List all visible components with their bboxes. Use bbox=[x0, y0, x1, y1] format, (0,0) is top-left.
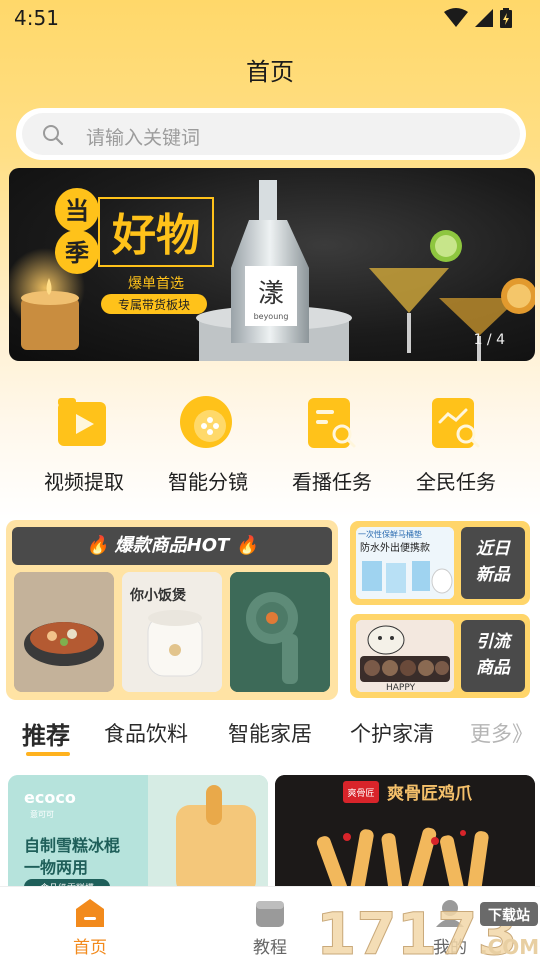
chart-task-icon bbox=[432, 398, 480, 448]
banner-page-indicator: 1 / 4 bbox=[473, 332, 505, 348]
product-card-chicken-feet[interactable]: 爽骨匠 爽骨匠鸡爪 bbox=[275, 775, 535, 895]
card-line1: 自制雪糕冰棍 bbox=[24, 836, 120, 855]
new-arrivals-label: 近日 新品 bbox=[461, 527, 525, 599]
tab-personal-care[interactable]: 个护家清 bbox=[350, 718, 434, 748]
watch-task-icon bbox=[308, 398, 356, 448]
signal-icon bbox=[475, 9, 493, 27]
new-arrivals-card[interactable]: 一次性保鲜马桶垫 防水外出便携款 近日 新品 bbox=[350, 521, 530, 605]
active-tab-indicator bbox=[26, 752, 70, 756]
banner-artwork: 漾 beyoung 当 季 好物 爆单首选 专属带货板块 bbox=[9, 180, 535, 361]
category-tabs: 推荐 食品饮料 智能家居 个护家清 更多》 bbox=[0, 712, 540, 760]
nav-label: 教程 bbox=[253, 938, 287, 958]
card-line2: 一物两用 bbox=[24, 858, 88, 877]
tab-recommend[interactable]: 推荐 bbox=[22, 716, 70, 751]
hot-products-title: 爆款商品HOT bbox=[114, 535, 230, 556]
status-icons bbox=[444, 8, 512, 28]
site-watermark: 17173 下载站 .COM bbox=[314, 896, 540, 960]
watermark-suffix: .COM bbox=[480, 935, 539, 959]
status-time: 4:51 bbox=[14, 6, 59, 30]
traffic-products-label-line2: 商品 bbox=[476, 658, 510, 678]
banner-headline: 好物 bbox=[111, 210, 200, 261]
hot-products-header: 🔥 爆款商品HOT 🔥 bbox=[12, 527, 332, 565]
quick-action-label: 智能分镜 bbox=[168, 470, 248, 494]
nav-tutorial[interactable]: 教程 bbox=[210, 887, 330, 960]
hot-product-image-rice-cooker[interactable]: 你小饭煲 bbox=[122, 572, 222, 692]
hot-products-panel[interactable]: 🔥 爆款商品HOT 🔥 你小饭煲 bbox=[6, 520, 338, 700]
hot-product-text: 你小饭煲 bbox=[129, 587, 187, 604]
card-brand-badge: 爽骨匠 bbox=[347, 788, 374, 799]
card-brand: ecoco bbox=[24, 788, 76, 807]
banner-sub2: 专属带货板块 bbox=[118, 297, 190, 312]
new-arrivals-img-text1: 一次性保鲜马桶垫 bbox=[358, 529, 422, 539]
watermark-badge: 下载站 bbox=[488, 907, 530, 924]
storyboard-icon bbox=[180, 396, 232, 448]
promo-banner[interactable]: 漾 beyoung 当 季 好物 爆单首选 专属带货板块 1 / 4 bbox=[9, 168, 535, 361]
tab-food-drink[interactable]: 食品饮料 bbox=[104, 718, 188, 748]
card-brand-sub: 意可可 bbox=[30, 809, 54, 819]
home-icon bbox=[76, 899, 104, 927]
new-arrivals-label-line2: 新品 bbox=[476, 565, 510, 585]
traffic-products-image: HAPPY bbox=[356, 620, 454, 692]
battery-icon bbox=[500, 8, 512, 28]
flame-icon: 🔥 bbox=[85, 535, 109, 556]
traffic-products-img-text: HAPPY bbox=[386, 683, 416, 692]
nav-home[interactable]: 首页 bbox=[30, 887, 150, 960]
status-bar: 4:51 bbox=[0, 0, 540, 36]
tab-smart-home[interactable]: 智能家居 bbox=[228, 718, 312, 748]
page-title: 首页 bbox=[246, 58, 294, 86]
new-arrivals-image: 一次性保鲜马桶垫 防水外出便携款 bbox=[356, 527, 454, 599]
banner-tag-top: 当 bbox=[65, 197, 89, 225]
search-input[interactable]: 请输入关键词 bbox=[22, 113, 520, 155]
hot-product-image-hotpot[interactable] bbox=[14, 572, 114, 692]
bottle-brand: 漾 bbox=[258, 279, 284, 309]
tutorial-icon bbox=[256, 901, 284, 927]
search-icon bbox=[43, 125, 64, 146]
banner-sub1: 爆单首选 bbox=[128, 276, 184, 292]
new-arrivals-img-text2: 防水外出便携款 bbox=[360, 541, 430, 554]
wifi-icon bbox=[444, 8, 468, 27]
tab-more[interactable]: 更多》 bbox=[470, 718, 533, 748]
new-arrivals-label-line1: 近日 bbox=[476, 539, 510, 559]
nav-label: 首页 bbox=[73, 938, 107, 958]
quick-action-label: 看播任务 bbox=[292, 470, 372, 494]
traffic-products-card[interactable]: HAPPY 引流 商品 bbox=[350, 614, 530, 698]
video-icon bbox=[58, 398, 106, 446]
quick-action-label: 全民任务 bbox=[416, 470, 496, 494]
product-card-ice-mold[interactable]: ecoco 意可可 自制雪糕冰棍 一物两用 食品级雪糕模 bbox=[8, 775, 268, 895]
hot-product-image-hair-dryer[interactable] bbox=[230, 572, 330, 692]
traffic-products-label-line1: 引流 bbox=[476, 632, 510, 652]
banner-tag-bottom: 季 bbox=[65, 239, 89, 267]
card-title: 爽骨匠鸡爪 bbox=[387, 783, 473, 804]
search-placeholder: 请输入关键词 bbox=[86, 127, 201, 149]
search-bar[interactable]: 请输入关键词 bbox=[16, 108, 526, 160]
bottle-sub: beyoung bbox=[254, 312, 289, 321]
flame-icon: 🔥 bbox=[235, 535, 259, 556]
traffic-products-label: 引流 商品 bbox=[461, 620, 525, 692]
quick-action-label: 视频提取 bbox=[44, 470, 124, 494]
